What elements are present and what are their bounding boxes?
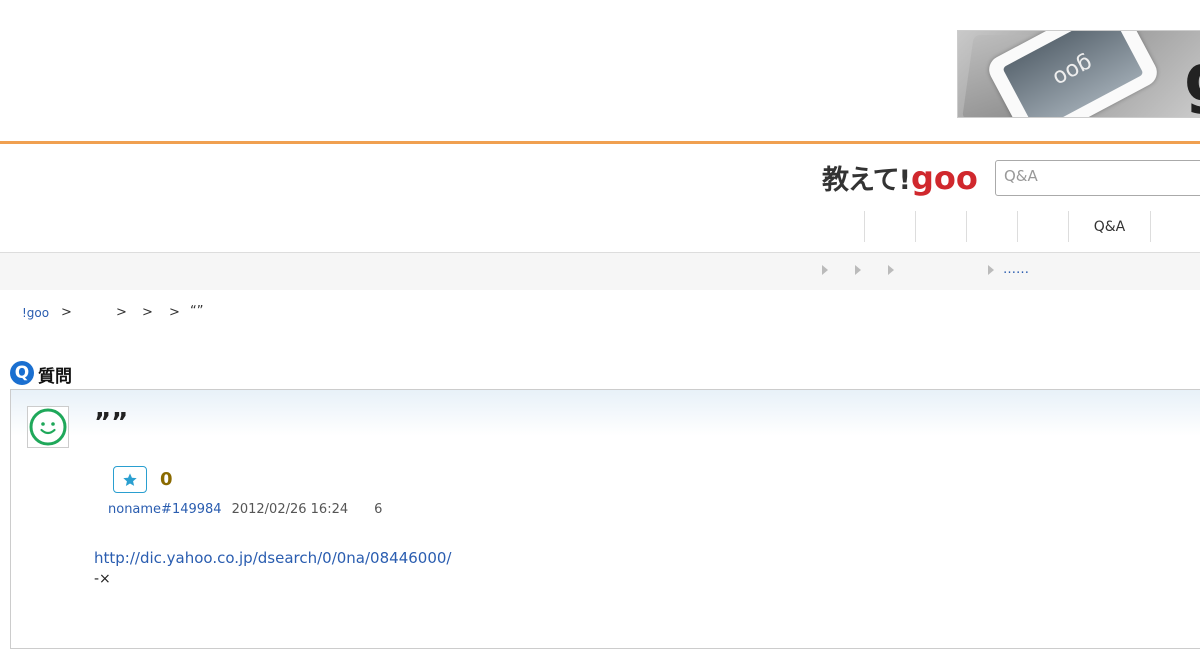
breadcrumb-separator: > bbox=[142, 305, 153, 320]
post-date: 2012/02/26 16:24 bbox=[231, 502, 349, 517]
ad-banner[interactable]: goo g bbox=[957, 30, 1200, 118]
nav-item-1[interactable] bbox=[864, 211, 915, 242]
avatar[interactable] bbox=[27, 406, 69, 448]
like-count: 0 bbox=[160, 469, 173, 490]
breadcrumb-separator: > bbox=[61, 305, 72, 320]
site-logo[interactable]: 教えて! goo bbox=[822, 158, 978, 198]
breadcrumb-home-link[interactable]: !goo bbox=[22, 306, 49, 320]
header-accent-line bbox=[0, 141, 1200, 144]
question-section-label: 質問 bbox=[38, 367, 72, 387]
question-body-link[interactable]: http://dic.yahoo.co.jp/dsearch/0/0na/084… bbox=[94, 549, 451, 567]
question-meta: noname#149984 2012/02/26 16:24 6 bbox=[108, 502, 382, 517]
subnav-arrow-icon bbox=[988, 265, 994, 275]
main-nav: Q&A bbox=[864, 211, 1151, 242]
nav-item-4[interactable] bbox=[1017, 211, 1068, 242]
nav-item-2[interactable] bbox=[915, 211, 966, 242]
search-input[interactable]: Q&A bbox=[995, 160, 1200, 196]
breadcrumb-separator: > bbox=[116, 305, 127, 320]
ad-brand-letter: g bbox=[1184, 47, 1200, 111]
breadcrumb-separator: > bbox=[169, 305, 180, 320]
view-count: 6 bbox=[374, 502, 383, 517]
like-button[interactable] bbox=[113, 466, 147, 493]
logo-goo: goo bbox=[910, 159, 978, 197]
breadcrumb-current: “” bbox=[190, 304, 204, 319]
subnav-more-link[interactable]: …… bbox=[1003, 262, 1029, 277]
subnav-arrow-icon bbox=[822, 265, 828, 275]
question-title: ”” bbox=[94, 408, 129, 438]
ad-phone-screen: goo bbox=[1002, 31, 1144, 117]
smiley-face-icon bbox=[29, 408, 67, 446]
nav-item-3[interactable] bbox=[966, 211, 1017, 242]
star-icon bbox=[123, 472, 137, 486]
question-badge-icon: Q bbox=[10, 361, 34, 385]
question-card bbox=[10, 389, 1200, 649]
subnav-arrow-icon bbox=[855, 265, 861, 275]
username-link[interactable]: noname#149984 bbox=[108, 502, 222, 517]
nav-item-qa[interactable]: Q&A bbox=[1068, 211, 1151, 242]
subnav-arrow-icon bbox=[888, 265, 894, 275]
logo-text: 教えて! bbox=[822, 165, 911, 196]
question-body-text: -× bbox=[94, 571, 111, 587]
